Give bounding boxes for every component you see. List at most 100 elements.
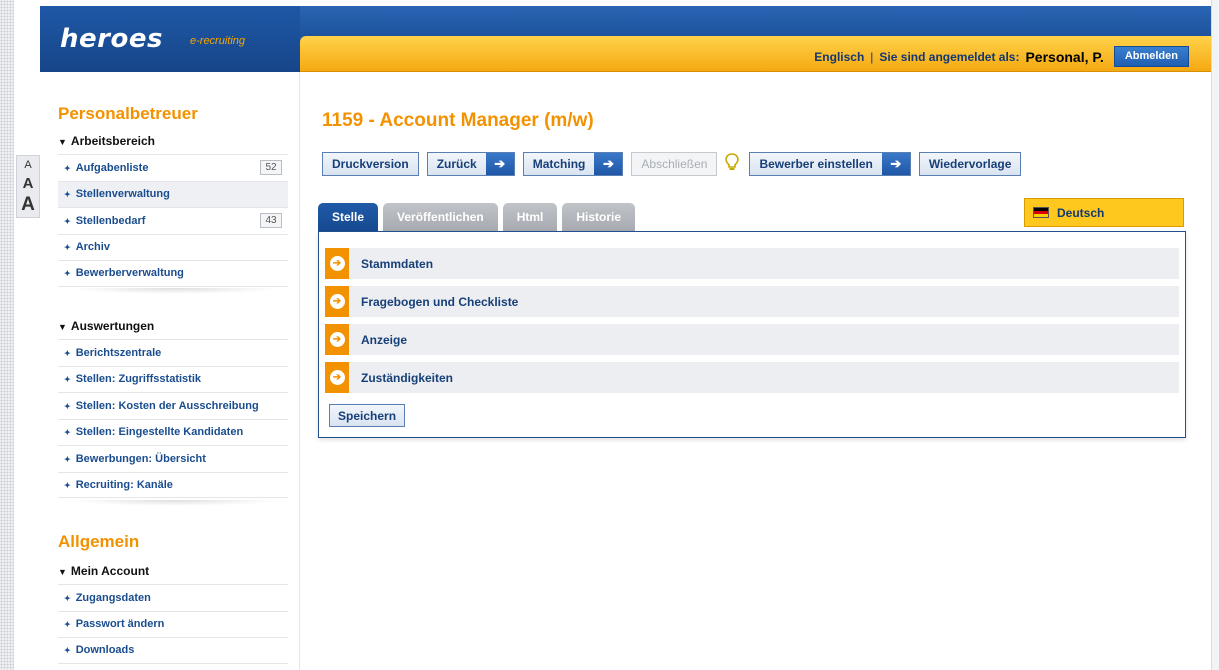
accordion-fragebogen[interactable]: ➔ Fragebogen und Checkliste: [325, 286, 1179, 317]
section-title-allgemein: Allgemein: [58, 532, 140, 551]
sidebar-item-zugriffsstatistik[interactable]: ✦ Stellen: Zugriffsstatistik: [58, 365, 288, 393]
sidebar-item-label: Stellen: Eingestellte Kandidaten: [75, 426, 244, 439]
bullet-icon: ✦: [64, 646, 71, 656]
sidebar-item-zugangsdaten[interactable]: ✦ Zugangsdaten: [58, 584, 288, 611]
expand-arrow-icon: ➔: [325, 248, 349, 279]
sidebar-item-bewerberverwaltung[interactable]: ✦ Bewerberverwaltung: [58, 260, 288, 287]
tab-html[interactable]: Html: [502, 203, 558, 231]
german-flag-icon: [1033, 207, 1049, 218]
right-edge: [1211, 0, 1219, 670]
sidebar-item-label: Stellenbedarf: [75, 214, 146, 227]
font-size-medium-button[interactable]: A: [17, 174, 39, 193]
sidebar-item-label: Stellen: Zugriffsstatistik: [75, 373, 201, 386]
print-button[interactable]: Druckversion: [322, 152, 419, 176]
sidebar-item-berichtszentrale[interactable]: ✦ Berichtszentrale: [58, 339, 288, 366]
logo[interactable]: heroes e-recruiting: [40, 6, 300, 72]
sidebar-item-label: Aufgabenliste: [75, 161, 149, 174]
page-title: 1159 - Account Manager (m/w): [322, 110, 594, 131]
left-gutter: [0, 0, 14, 670]
count-badge: 43: [260, 213, 282, 229]
group-toggle-arbeitsbereich[interactable]: ▼ Arbeitsbereich: [58, 134, 155, 148]
sidebar-item-passwort-aendern[interactable]: ✦ Passwort ändern: [58, 610, 288, 638]
finish-button[interactable]: Abschließen: [631, 152, 718, 176]
button-label: Bewerber einstellen: [759, 157, 873, 171]
button-label: Wiedervorlage: [928, 157, 1012, 171]
bullet-icon: ✦: [64, 428, 71, 438]
accordion-label: Anzeige: [361, 332, 408, 347]
sidebar-item-downloads[interactable]: ✦ Downloads: [58, 637, 288, 664]
font-size-large-button[interactable]: A: [17, 193, 39, 217]
language-label: Deutsch: [1057, 205, 1105, 220]
sidebar-item-label: Recruiting: Kanäle: [75, 478, 173, 491]
matching-button[interactable]: Matching ➔: [522, 152, 624, 176]
font-size-small-button[interactable]: A: [17, 156, 39, 174]
accordion-stammdaten[interactable]: ➔ Stammdaten: [325, 248, 1179, 279]
group-title: Arbeitsbereich: [70, 134, 155, 148]
accordion-label: Zuständigkeiten: [361, 370, 454, 385]
button-label: Druckversion: [332, 157, 409, 171]
back-button[interactable]: Zurück ➔: [426, 152, 515, 176]
sidebar-item-label: Archiv: [75, 241, 110, 254]
sidebar-item-kosten[interactable]: ✦ Stellen: Kosten der Ausschreibung: [58, 392, 288, 419]
logout-button[interactable]: Abmelden: [1113, 46, 1189, 67]
bullet-icon: ✦: [64, 269, 71, 279]
sidebar-item-label: Zugangsdaten: [75, 591, 151, 604]
font-size-switcher: A A A: [16, 155, 40, 218]
user-name: Personal, P.: [1025, 48, 1104, 65]
expand-arrow-icon: ➔: [325, 324, 349, 355]
user-info: Englisch | Sie sind angemeldet als: Pers…: [814, 46, 1189, 67]
sidebar-item-stellenverwaltung[interactable]: ✦ Stellenverwaltung: [58, 180, 288, 207]
divider-shadow: [70, 288, 280, 294]
action-toolbar: Druckversion Zurück ➔ Matching ➔ Abschli…: [322, 152, 1029, 176]
group-toggle-mein-account[interactable]: ▼ Mein Account: [58, 564, 149, 578]
arrow-right-icon: ➔: [881, 153, 910, 175]
section-title-personalbetreuer: Personalbetreuer: [58, 104, 198, 123]
sidebar-item-archiv[interactable]: ✦ Archiv: [58, 233, 288, 261]
sidebar-item-label: Bewerberverwaltung: [75, 267, 184, 280]
bullet-icon: ✦: [64, 163, 71, 173]
sidebar-item-label: Bewerbungen: Übersicht: [75, 452, 206, 465]
sidebar-item-label: Passwort ändern: [75, 618, 165, 631]
tab-veroeffentlichen[interactable]: Veröffentlichen: [383, 203, 498, 231]
language-selector[interactable]: Deutsch: [1024, 198, 1184, 227]
sidebar-item-label: Stellen: Kosten der Ausschreibung: [75, 399, 259, 412]
sidebar-item-label: Berichtszentrale: [75, 346, 162, 359]
bullet-icon: ✦: [64, 401, 71, 411]
language-switch-link[interactable]: Englisch: [814, 50, 864, 64]
user-bar: Englisch | Sie sind angemeldet als: Pers…: [300, 36, 1211, 72]
divider-shadow: [70, 500, 280, 506]
sidebar-item-aufgabenliste[interactable]: ✦ Aufgabenliste 52: [58, 154, 288, 181]
tab-stelle[interactable]: Stelle: [318, 203, 379, 231]
accordion-anzeige[interactable]: ➔ Anzeige: [325, 324, 1179, 355]
nav-list-arbeitsbereich: ✦ Aufgabenliste 52 ✦ Stellenverwaltung ✦ St…: [58, 154, 288, 287]
hire-applicant-button[interactable]: Bewerber einstellen ➔: [749, 152, 911, 176]
sidebar: Personalbetreuer ▼ Arbeitsbereich ✦ Aufgab…: [40, 72, 300, 670]
expand-arrow-icon: ➔: [325, 362, 349, 393]
sidebar-item-stellenbedarf[interactable]: ✦ Stellenbedarf 43: [58, 207, 288, 234]
bullet-icon: ✦: [64, 216, 71, 226]
sidebar-item-eingestellte-kandidaten[interactable]: ✦ Stellen: Eingestellte Kandidaten: [58, 418, 288, 446]
button-label: Matching: [532, 157, 586, 171]
sidebar-item-recruiting-kanaele[interactable]: ✦ Recruiting: Kanäle: [58, 471, 288, 498]
logo-text: heroes: [60, 24, 163, 54]
save-button[interactable]: Speichern: [329, 404, 406, 427]
bullet-icon: ✦: [64, 243, 71, 253]
bullet-icon: ✦: [64, 454, 71, 464]
bullet-icon: ✦: [64, 593, 71, 603]
arrow-right-icon: ➔: [485, 153, 514, 175]
tab-content-panel: ➔ Stammdaten ➔ Fragebogen und Checkliste…: [318, 231, 1186, 438]
expand-arrow-icon: ➔: [325, 286, 349, 317]
group-toggle-auswertungen[interactable]: ▼ Auswertungen: [58, 319, 154, 333]
bullet-icon: ✦: [64, 375, 71, 385]
resubmission-button[interactable]: Wiedervorlage: [918, 152, 1022, 176]
accordion-label: Fragebogen und Checkliste: [361, 294, 519, 309]
triangle-down-icon: ▼: [58, 567, 67, 577]
logged-in-label: Sie sind angemeldet als:: [879, 49, 1020, 64]
bullet-icon: ✦: [64, 348, 71, 358]
logo-tagline: e-recruiting: [190, 35, 246, 47]
tab-historie[interactable]: Historie: [562, 203, 636, 231]
sidebar-item-bewerbungen-uebersicht[interactable]: ✦ Bewerbungen: Übersicht: [58, 445, 288, 472]
bullet-icon: ✦: [64, 190, 71, 200]
lightbulb-icon[interactable]: [725, 152, 740, 176]
accordion-zustaendigkeiten[interactable]: ➔ Zuständigkeiten: [325, 362, 1179, 393]
